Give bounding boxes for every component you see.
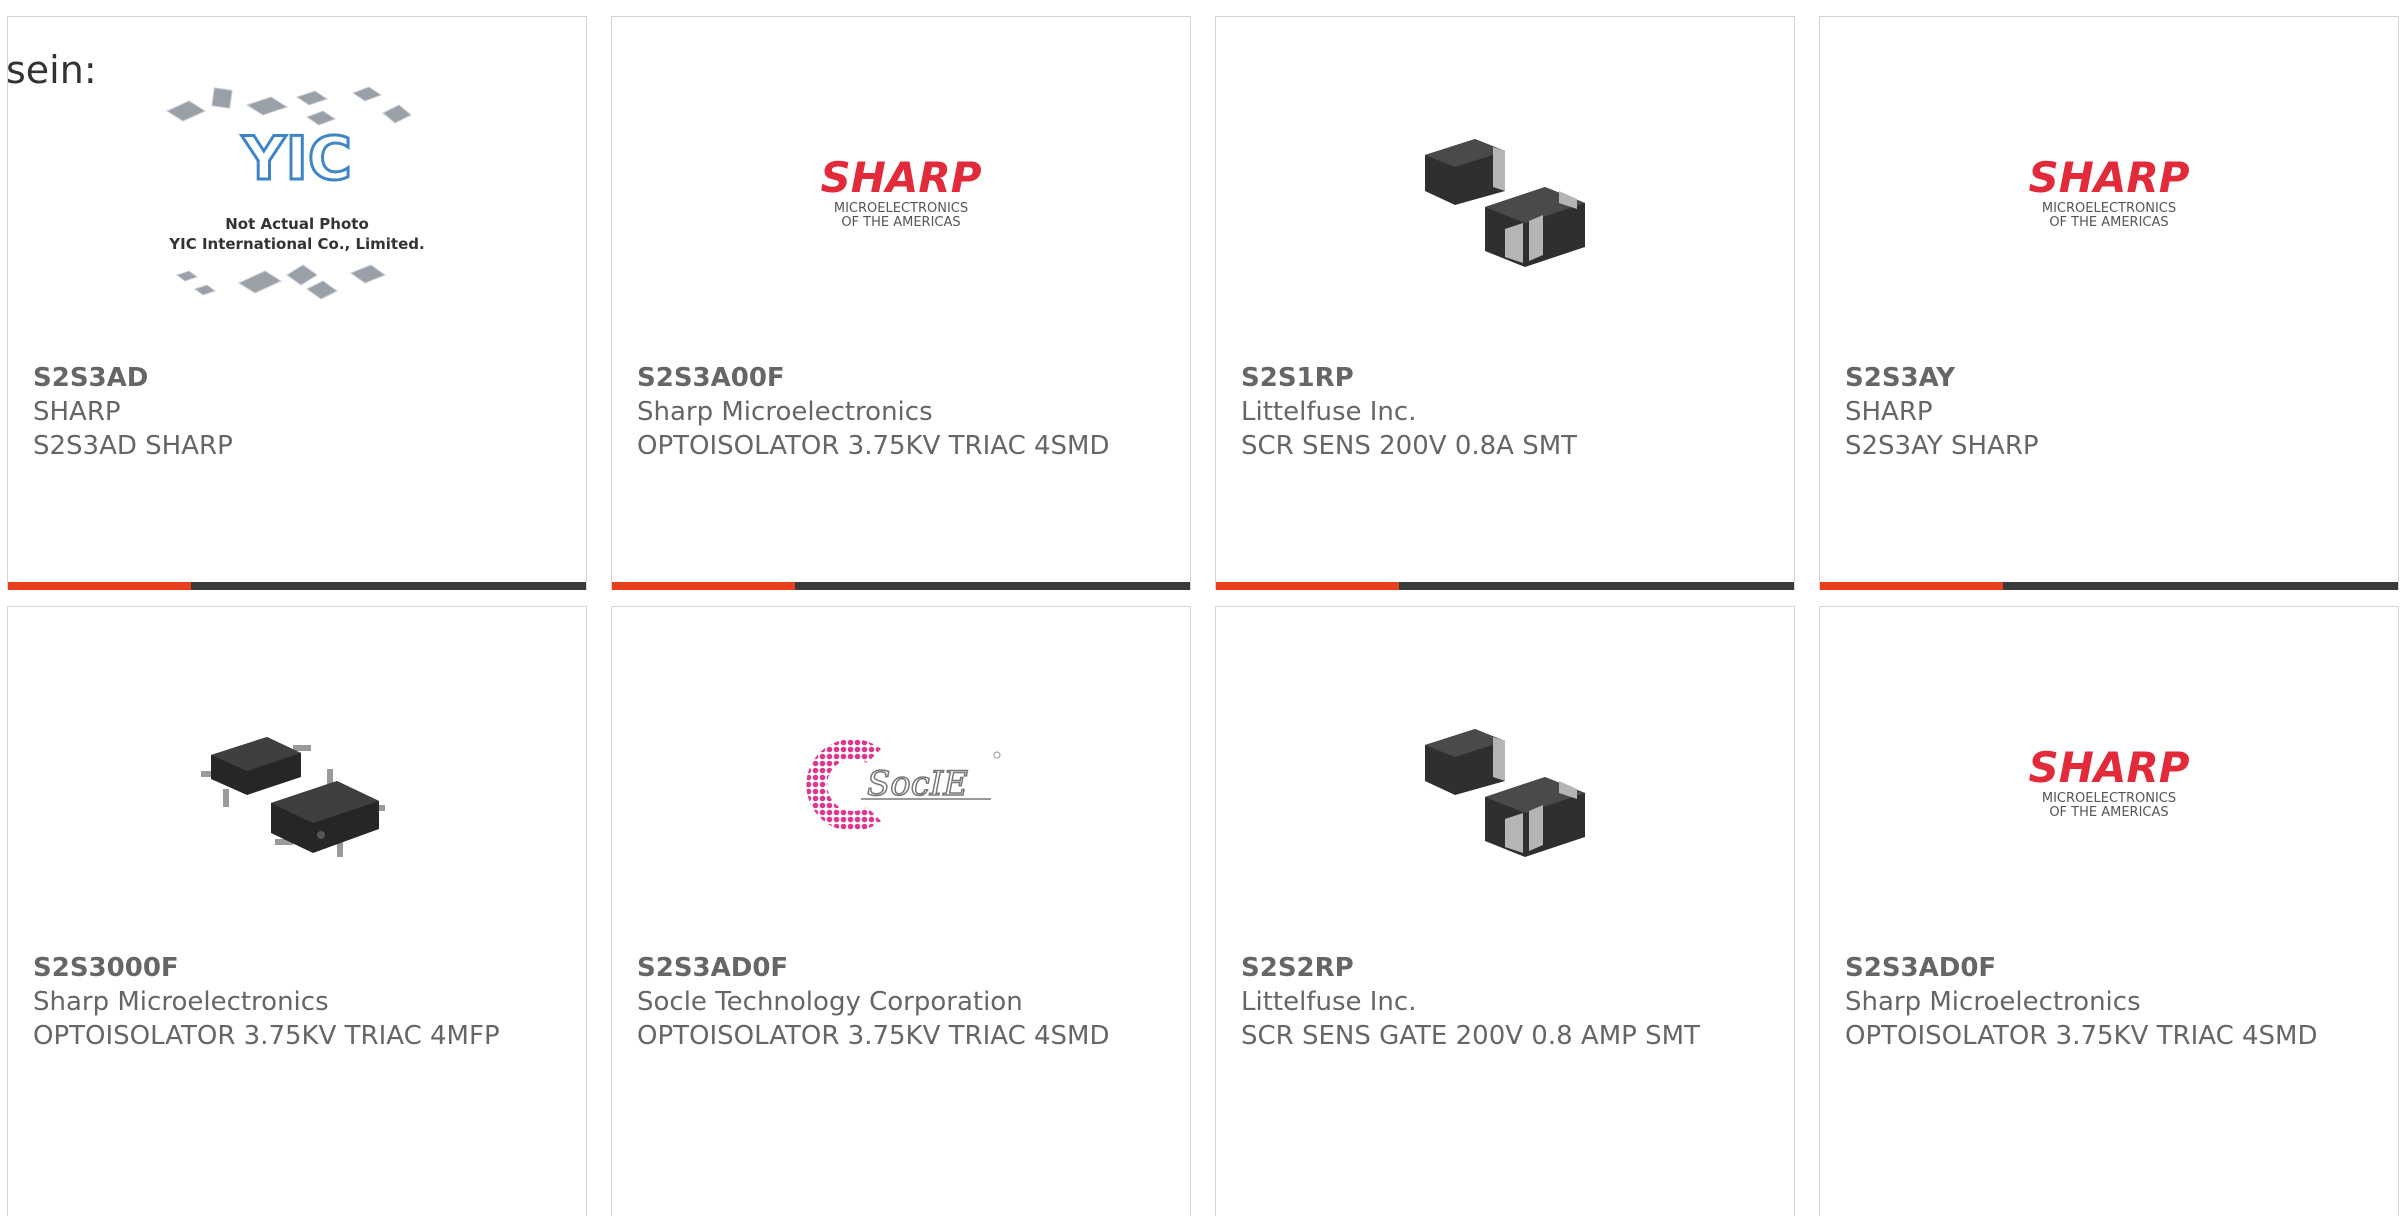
description: SCR SENS GATE 200V 0.8 AMP SMT bbox=[1241, 1021, 1700, 1051]
card-footer-accent bbox=[1820, 582, 2003, 590]
sharp-logo-image[interactable]: SHARP MICROELECTRONICS OF THE AMERICAS bbox=[612, 75, 1190, 315]
svg-text:MICROELECTRONICS: MICROELECTRONICS bbox=[2042, 791, 2176, 806]
manufacturer: Littelfuse Inc. bbox=[1241, 987, 1417, 1017]
product-card[interactable]: SHARP MICROELECTRONICS OF THE AMERICAS S… bbox=[1819, 606, 2399, 1216]
card-footer-accent bbox=[8, 582, 191, 590]
part-number[interactable]: S2S3AD0F bbox=[1845, 951, 2378, 985]
placeholder-line2: YIC International Co., Limited. bbox=[168, 235, 424, 253]
socle-logo-image[interactable]: SocIE bbox=[612, 665, 1190, 905]
product-image-placeholder[interactable]: YIC Not Actual Photo YIC International C… bbox=[8, 75, 586, 315]
part-number[interactable]: S2S3AD bbox=[33, 361, 566, 395]
lead-text: sein: bbox=[6, 48, 97, 92]
description: SCR SENS 200V 0.8A SMT bbox=[1241, 431, 1578, 461]
svg-text:OF THE AMERICAS: OF THE AMERICAS bbox=[2049, 215, 2168, 230]
placeholder-line1: Not Actual Photo bbox=[225, 215, 369, 233]
sharp-wordmark: SHARP bbox=[2028, 153, 2189, 202]
part-number[interactable]: S2S1RP bbox=[1241, 361, 1774, 395]
part-number[interactable]: S2S3AD0F bbox=[637, 951, 1170, 985]
manufacturer: Sharp Microelectronics bbox=[33, 987, 329, 1017]
svg-text:OF THE AMERICAS: OF THE AMERICAS bbox=[2049, 805, 2168, 820]
product-card[interactable]: SHARP MICROELECTRONICS OF THE AMERICAS S… bbox=[1819, 16, 2399, 590]
product-card[interactable]: SocIE S2S3AD0F Socle Technology Corporat… bbox=[611, 606, 1191, 1216]
card-footer-accent bbox=[612, 582, 795, 590]
manufacturer: Littelfuse Inc. bbox=[1241, 397, 1417, 427]
card-footer-bar bbox=[1216, 582, 1794, 590]
manufacturer: Sharp Microelectronics bbox=[637, 397, 933, 427]
card-footer-bar bbox=[612, 582, 1190, 590]
smd-package-image[interactable] bbox=[1216, 665, 1794, 905]
socle-wordmark: SocIE bbox=[867, 764, 968, 804]
manufacturer: SHARP bbox=[33, 397, 121, 427]
sharp-logo-image[interactable]: SHARP MICROELECTRONICS OF THE AMERICAS bbox=[1820, 665, 2398, 905]
sharp-wordmark: SHARP bbox=[820, 153, 981, 202]
description: OPTOISOLATOR 3.75KV TRIAC 4SMD bbox=[637, 431, 1110, 461]
description: OPTOISOLATOR 3.75KV TRIAC 4MFP bbox=[33, 1021, 500, 1051]
product-card[interactable]: S2S1RP Littelfuse Inc. SCR SENS 200V 0.8… bbox=[1215, 16, 1795, 590]
card-footer-bar bbox=[8, 582, 586, 590]
product-card[interactable]: SHARP MICROELECTRONICS OF THE AMERICAS S… bbox=[611, 16, 1191, 590]
svg-text:OF THE AMERICAS: OF THE AMERICAS bbox=[841, 215, 960, 230]
manufacturer: SHARP bbox=[1845, 397, 1933, 427]
sop-package-image[interactable] bbox=[8, 665, 586, 905]
part-number[interactable]: S2S3000F bbox=[33, 951, 566, 985]
description: S2S3AY SHARP bbox=[1845, 431, 2039, 461]
description: OPTOISOLATOR 3.75KV TRIAC 4SMD bbox=[637, 1021, 1110, 1051]
part-number[interactable]: S2S2RP bbox=[1241, 951, 1774, 985]
product-card[interactable]: YIC Not Actual Photo YIC International C… bbox=[7, 16, 587, 590]
yic-logo: YIC bbox=[241, 124, 352, 194]
smd-package-image[interactable] bbox=[1216, 75, 1794, 315]
part-number[interactable]: S2S3AY bbox=[1845, 361, 2378, 395]
product-card[interactable]: S2S3000F Sharp Microelectronics OPTOISOL… bbox=[7, 606, 587, 1216]
part-number[interactable]: S2S3A00F bbox=[637, 361, 1170, 395]
svg-text:MICROELECTRONICS: MICROELECTRONICS bbox=[834, 201, 968, 216]
sharp-logo-image[interactable]: SHARP MICROELECTRONICS OF THE AMERICAS bbox=[1820, 75, 2398, 315]
manufacturer: Sharp Microelectronics bbox=[1845, 987, 2141, 1017]
manufacturer: Socle Technology Corporation bbox=[637, 987, 1023, 1017]
sharp-wordmark: SHARP bbox=[2028, 743, 2189, 792]
svg-text:MICROELECTRONICS: MICROELECTRONICS bbox=[2042, 201, 2176, 216]
description: S2S3AD SHARP bbox=[33, 431, 233, 461]
card-footer-bar bbox=[1820, 582, 2398, 590]
card-footer-accent bbox=[1216, 582, 1399, 590]
description: OPTOISOLATOR 3.75KV TRIAC 4SMD bbox=[1845, 1021, 2318, 1051]
product-card[interactable]: S2S2RP Littelfuse Inc. SCR SENS GATE 200… bbox=[1215, 606, 1795, 1216]
